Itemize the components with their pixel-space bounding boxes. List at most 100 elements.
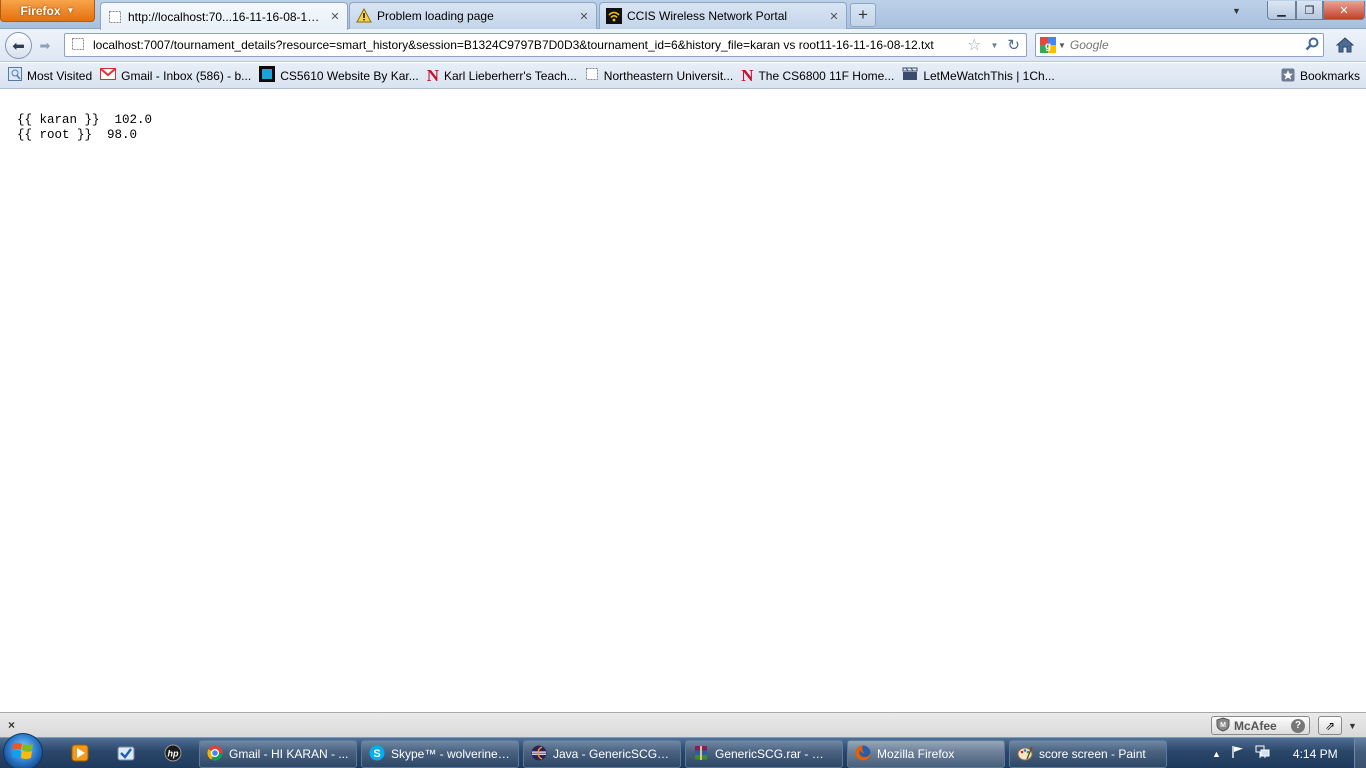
taskbar-item-winrar[interactable]: GenericSCG.rar - Win... <box>685 740 843 768</box>
site-identity-icon[interactable] <box>71 37 85 54</box>
bookmark-gmail[interactable]: Gmail - Inbox (586) - b... <box>96 65 255 87</box>
taskbar-item-firefox[interactable]: Mozilla Firefox <box>847 740 1005 768</box>
network-icon[interactable] <box>1255 745 1271 762</box>
tab-label: Problem loading page <box>377 9 494 23</box>
tab-label: http://localhost:70...16-11-16-08-12.txt <box>128 9 324 24</box>
tab-close-icon[interactable]: ✕ <box>329 10 341 23</box>
bookmark-letmewatchthis[interactable]: LetMeWatchThis | 1Ch... <box>898 65 1058 87</box>
action-center-flag-icon[interactable] <box>1231 745 1245 762</box>
start-button[interactable] <box>3 733 43 768</box>
hp-launcher[interactable]: hp <box>162 743 184 765</box>
forward-button[interactable]: ➡ <box>34 37 56 55</box>
tab-close-icon[interactable]: ✕ <box>828 10 840 23</box>
tab-strip: Firefox ▼ http://localhost:70...16-11-16… <box>0 0 1366 30</box>
bookmarks-star-icon <box>1281 68 1295 85</box>
media-player-icon <box>71 744 89 765</box>
tab-label: CCIS Wireless Network Portal <box>627 9 788 23</box>
cs5610-site-icon <box>259 66 276 85</box>
search-magnifier-icon[interactable] <box>1305 37 1319 54</box>
bookmark-karl-lieberherr[interactable]: N Karl Lieberherr's Teach... <box>423 65 581 87</box>
firefox-icon <box>855 745 871 764</box>
page-content: {{ karan }} 102.0 {{ root }} 98.0 <box>0 90 1366 712</box>
bookmark-most-visited[interactable]: Most Visited <box>4 65 96 87</box>
minimize-icon: ▁ <box>1277 4 1286 17</box>
most-visited-icon <box>8 67 22 84</box>
taskbar-item-label: Mozilla Firefox <box>877 747 955 761</box>
gmail-icon <box>100 68 117 83</box>
share-dropdown-icon[interactable]: ▼ <box>1348 721 1357 731</box>
system-tray: ▲ 4:14 PM <box>1205 738 1366 768</box>
url-text[interactable]: localhost:7007/tournament_details?resour… <box>93 38 959 52</box>
close-icon: ✕ <box>1339 4 1349 17</box>
taskbar-item-skype[interactable]: S Skype™ - wolverine5... <box>361 740 519 768</box>
windows-logo-icon <box>12 741 34 764</box>
paint-icon <box>1017 745 1033 764</box>
history-dropdown-icon[interactable]: ▼ <box>991 41 999 50</box>
mcafee-label: McAfee <box>1234 718 1277 733</box>
svg-text:M: M <box>1220 722 1226 729</box>
bookmark-label: The CS6800 11F Home... <box>758 68 895 83</box>
back-button[interactable]: ⬅ <box>5 32 32 59</box>
google-icon[interactable]: g ▼ <box>1040 37 1066 53</box>
addon-bar: × M McAfee ? ⇗ ▼ <box>0 712 1366 737</box>
help-icon[interactable]: ? <box>1291 718 1305 733</box>
bookmark-cs5610[interactable]: CS5610 Website By Kar... <box>255 65 423 87</box>
bookmark-cs6800[interactable]: N The CS6800 11F Home... <box>737 65 898 87</box>
taskbar-item-label: GenericSCG.rar - Win... <box>715 747 835 761</box>
minimize-button[interactable]: ▁ <box>1267 1 1296 20</box>
bookmark-northeastern[interactable]: Northeastern Universit... <box>581 65 737 87</box>
bookmark-label: Gmail - Inbox (586) - b... <box>121 68 252 83</box>
chrome-icon <box>207 745 223 764</box>
bookmark-label: Karl Lieberherr's Teach... <box>443 68 577 83</box>
bookmarks-toolbar: Most Visited Gmail - Inbox (586) - b... … <box>0 63 1366 89</box>
search-input[interactable] <box>1069 38 1301 52</box>
svg-text:g: g <box>1045 41 1051 52</box>
bookmarks-menu-button[interactable]: Bookmarks <box>1277 65 1364 87</box>
skype-icon: S <box>369 745 385 764</box>
eclipse-icon <box>531 745 547 764</box>
northeastern-n-icon: N <box>741 65 754 85</box>
home-icon <box>1335 36 1355 56</box>
svg-text:S: S <box>373 748 380 760</box>
warning-icon <box>356 8 372 24</box>
firefox-menu-label: Firefox <box>20 3 61 18</box>
new-tab-button[interactable]: + <box>850 3 876 27</box>
search-bar[interactable]: g ▼ <box>1035 33 1324 57</box>
restore-button[interactable]: ❐ <box>1296 1 1323 20</box>
tab-problem-loading[interactable]: Problem loading page ✕ <box>349 2 597 29</box>
close-addon-bar-button[interactable]: × <box>8 718 15 732</box>
show-hidden-icons-icon[interactable]: ▲ <box>1212 749 1221 759</box>
share-button[interactable]: ⇗ <box>1318 716 1342 735</box>
url-bar[interactable]: localhost:7007/tournament_details?resour… <box>64 33 1027 57</box>
navigation-toolbar: ⬅ ➡ localhost:7007/tournament_details?re… <box>0 29 1366 62</box>
list-all-tabs-icon[interactable]: ▼ <box>1232 6 1241 16</box>
restore-icon: ❐ <box>1304 4 1315 17</box>
show-desktop-button[interactable] <box>1354 738 1366 768</box>
winrar-icon <box>693 745 709 764</box>
taskbar-item-paint[interactable]: score screen - Paint <box>1009 740 1167 768</box>
taskbar-item-eclipse[interactable]: Java - GenericSCG_1... <box>523 740 681 768</box>
windows-taskbar: hp Gmail - HI KARAN - ... S Skype™ - wol… <box>0 733 1366 768</box>
blank-page-icon <box>107 9 123 25</box>
taskbar-clock[interactable]: 4:14 PM <box>1293 747 1338 761</box>
bookmark-label: Northeastern Universit... <box>603 68 734 83</box>
bookmark-star-icon[interactable]: ☆ <box>967 35 981 55</box>
blank-page-icon <box>585 67 599 84</box>
northeastern-n-icon: N <box>426 65 439 85</box>
taskbar-item-gmail-chrome[interactable]: Gmail - HI KARAN - ... <box>199 740 357 768</box>
reload-icon[interactable]: ↻ <box>1007 36 1020 54</box>
bookmarks-menu-label: Bookmarks <box>1299 69 1360 83</box>
score-line-karan: {{ karan }} 102.0 <box>17 113 153 127</box>
taskbar-item-label: score screen - Paint <box>1039 747 1146 761</box>
taskbar-item-label: Gmail - HI KARAN - ... <box>229 747 349 761</box>
home-button[interactable] <box>1333 35 1357 57</box>
tab-ccis-portal[interactable]: CCIS Wireless Network Portal ✕ <box>599 2 847 29</box>
media-player-launcher[interactable] <box>69 743 91 765</box>
task-app-launcher[interactable] <box>115 743 137 765</box>
tab-close-icon[interactable]: ✕ <box>578 10 590 23</box>
plain-text-document: {{ karan }} 102.0 {{ root }} 98.0 <box>17 113 152 143</box>
firefox-menu-button[interactable]: Firefox ▼ <box>0 0 95 22</box>
tab-localhost[interactable]: http://localhost:70...16-11-16-08-12.txt… <box>100 2 348 30</box>
close-window-button[interactable]: ✕ <box>1323 1 1365 20</box>
mcafee-siteadvisor-button[interactable]: M McAfee ? <box>1211 716 1310 735</box>
